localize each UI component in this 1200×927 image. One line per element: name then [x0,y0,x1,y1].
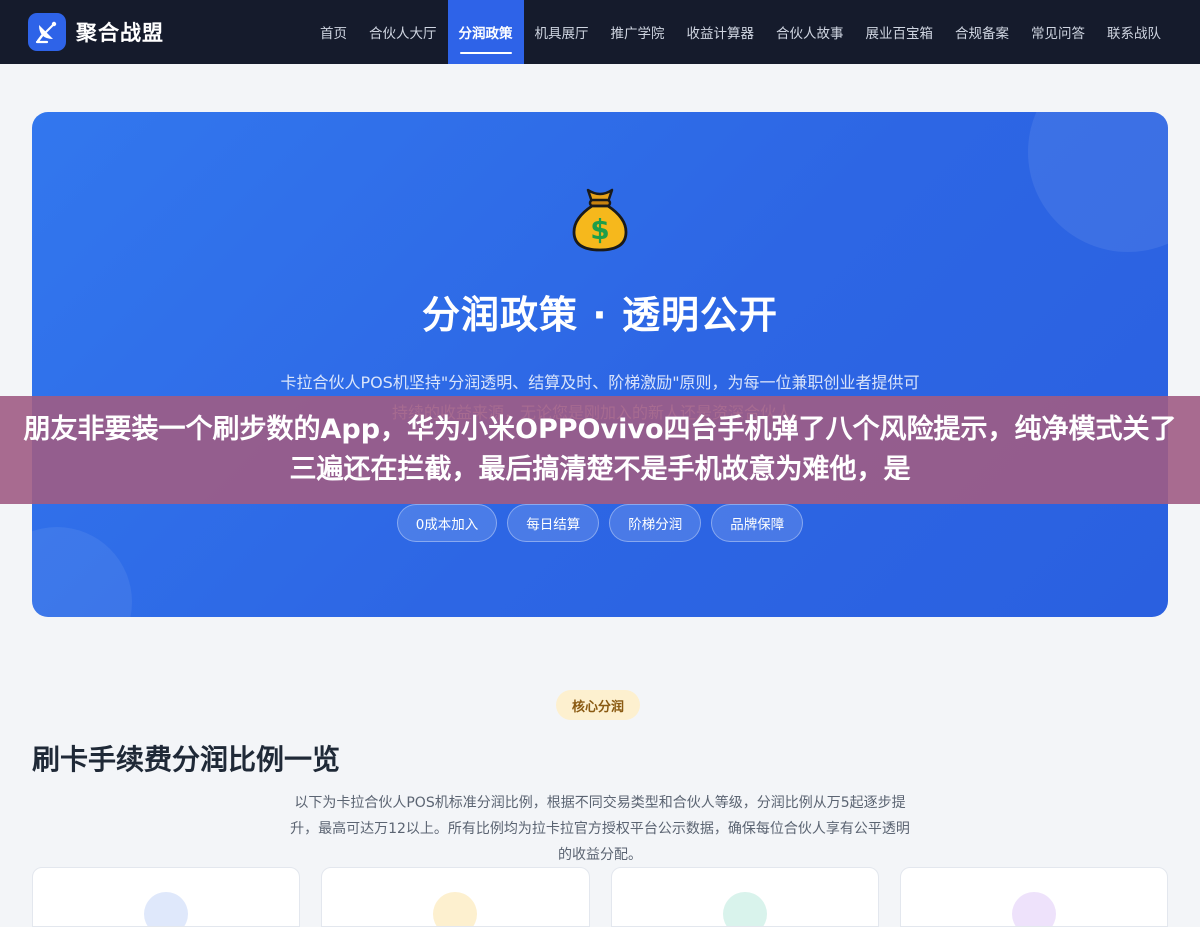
tag-brand-guarantee[interactable]: 品牌保障 [711,504,804,542]
profit-card[interactable] [899,867,1168,927]
nav-item-toolbox[interactable]: 展业百宝箱 [855,0,945,64]
overlay-caption-banner: 朋友非要装一个刷步数的App，华为小米OPPOvivo四台手机弹了八个风险提示，… [0,396,1200,504]
nav-item-home[interactable]: 首页 [309,0,358,64]
nav-item-partner-hall[interactable]: 合伙人大厅 [358,0,448,64]
section-badge: 核心分润 [556,690,641,720]
decorative-circle [1028,112,1168,252]
overlay-caption-text: 朋友非要装一个刷步数的App，华为小米OPPOvivo四台手机弹了八个风险提示，… [23,414,1177,485]
money-bag-icon: $ [570,184,630,254]
svg-text:$: $ [590,213,609,246]
nav-menu: 首页 合伙人大厅 分润政策 机具展厅 推广学院 收益计算器 合伙人故事 展业百宝… [309,0,1172,64]
nav-item-contact[interactable]: 联系战队 [1096,0,1172,64]
profit-card[interactable] [610,867,879,927]
hero-banner: $ 分润政策 · 透明公开 卡拉合伙人POS机坚持"分润透明、结算及时、阶梯激励… [32,112,1168,617]
section-description: 以下为卡拉合伙人POS机标准分润比例，根据不同交易类型和合伙人等级，分润比例从万… [290,795,910,863]
nav-item-income-calculator[interactable]: 收益计算器 [676,0,766,64]
tag-daily-settlement[interactable]: 每日结算 [507,504,600,542]
tag-tiered-profit[interactable]: 阶梯分润 [609,504,702,542]
section-title: 刷卡手续费分润比例一览 [32,743,341,776]
top-nav: 聚合战盟 首页 合伙人大厅 分润政策 机具展厅 推广学院 收益计算器 合伙人故事… [0,0,1200,64]
brand[interactable]: 聚合战盟 [28,13,164,51]
card-icon [722,892,767,926]
card-icon [433,892,478,926]
card-icon [144,892,189,926]
brand-name: 聚合战盟 [76,21,164,45]
nav-item-partner-stories[interactable]: 合伙人故事 [765,0,855,64]
nav-item-profit-policy[interactable]: 分润政策 [447,0,524,64]
hero-title: 分润政策 · 透明公开 [422,293,778,337]
profit-card[interactable] [321,867,590,927]
satellite-dish-icon [28,13,66,51]
nav-item-faq[interactable]: 常见问答 [1020,0,1096,64]
hero-tags: 0成本加入 每日结算 阶梯分润 品牌保障 [32,504,1168,542]
profit-card[interactable] [32,867,301,927]
nav-item-compliance[interactable]: 合规备案 [944,0,1020,64]
profit-cards [32,867,1168,927]
nav-item-device-showroom[interactable]: 机具展厅 [524,0,600,64]
nav-item-promo-academy[interactable]: 推广学院 [600,0,676,64]
card-icon [1011,892,1056,926]
tag-zero-cost[interactable]: 0成本加入 [396,504,498,542]
